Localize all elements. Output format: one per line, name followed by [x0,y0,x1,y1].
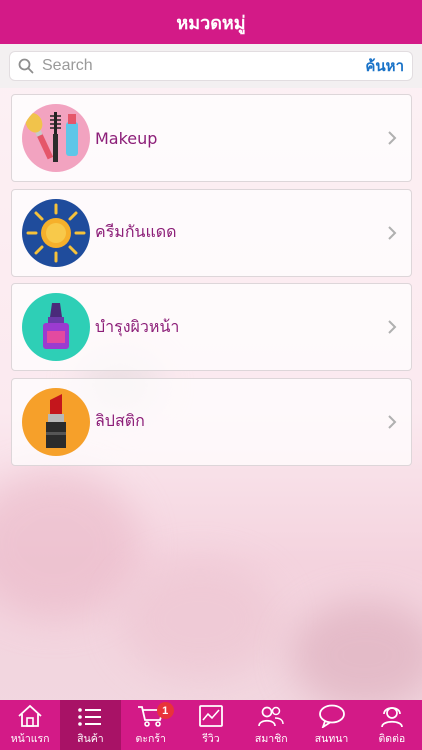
members-icon [258,706,285,727]
tab-chat[interactable]: สนทนา [301,700,361,750]
tab-label: หน้าแรก [10,733,50,745]
chevron-right-icon [388,225,397,240]
page-header: หมวดหมู่ [0,0,422,44]
bottom-tab-bar: หน้าแรก สินค้า 1 ตะกร้า รีวิว สมาชิก สนท… [0,700,422,750]
tab-home[interactable]: หน้าแรก [0,700,60,750]
chevron-right-icon [388,414,397,429]
chevron-right-icon [388,131,397,145]
search-icon [18,58,34,74]
category-item-makeup[interactable]: Makeup [11,94,412,182]
tab-label: ติดต่อ [378,733,406,745]
contact-icon [380,707,403,728]
tab-contact[interactable]: ติดต่อ [362,700,422,750]
category-item-skincare[interactable]: บำรุงผิวหน้า [11,283,412,371]
tab-label: สนทนา [314,733,349,745]
lipstick-icon [22,387,90,456]
chevron-right-icon [388,320,397,334]
page-title: หมวดหมู่ [176,12,246,34]
tab-members[interactable]: สมาชิก [241,700,301,750]
search-button[interactable]: ค้นหา [365,54,404,78]
sun-icon [22,198,90,267]
category-label: ลิปสติก [95,411,145,430]
tab-label: ตะกร้า [135,733,166,745]
category-label: บำรุงผิวหน้า [95,316,180,336]
home-icon [18,704,42,727]
category-label: Makeup [95,128,158,148]
serum-bottle-icon [22,293,90,361]
tab-label: สมาชิก [254,733,288,745]
tab-cart[interactable]: 1 ตะกร้า [121,700,181,750]
search-box: ค้นหา [9,51,413,81]
category-item-sunscreen[interactable]: ครีมกันแดด [11,188,412,277]
makeup-brushes-icon [22,104,90,172]
category-list: Makeup ครีมกันแดด บำรุงผิวหน้า ลิปสติก [11,94,412,472]
search-bar: ค้นหา [0,44,422,88]
tab-label: รีวิว [202,733,220,745]
tab-products[interactable]: สินค้า [60,700,121,750]
category-label: ครีมกันแดด [95,222,177,241]
category-item-lipstick[interactable]: ลิปสติก [11,377,412,466]
list-icon [78,708,102,726]
tab-label: สินค้า [77,733,104,745]
cart-badge: 1 [156,702,174,719]
search-input[interactable] [42,57,360,75]
chat-icon [318,704,345,728]
review-icon [199,705,223,727]
tab-review[interactable]: รีวิว [181,700,241,750]
